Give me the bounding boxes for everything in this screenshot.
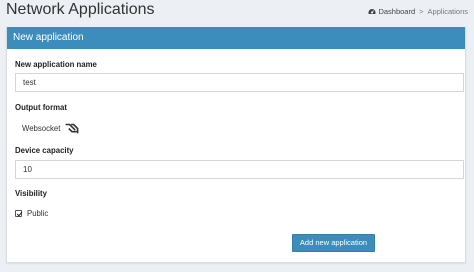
output-format-value: Websocket: [22, 124, 61, 133]
application-name-input[interactable]: test: [15, 73, 464, 92]
breadcrumb-current: Applications: [427, 7, 468, 16]
device-capacity-input[interactable]: 10: [15, 160, 464, 179]
add-application-button[interactable]: Add new application: [292, 234, 375, 252]
breadcrumb-separator: >: [419, 7, 424, 16]
visibility-public-option[interactable]: Public: [15, 209, 48, 218]
page-header: Network Applications Dashboard > Applica…: [0, 0, 474, 26]
output-format-option[interactable]: Websocket: [22, 122, 80, 135]
box-title: New application: [7, 27, 465, 49]
breadcrumb-dashboard-link[interactable]: Dashboard: [378, 7, 415, 16]
new-application-box: New application New application name tes…: [6, 27, 466, 263]
websocket-icon: [66, 123, 79, 134]
dashboard-icon: [368, 9, 376, 14]
page-title: Network Applications: [6, 1, 155, 18]
output-format-label: Output format: [15, 103, 67, 112]
public-checkbox[interactable]: [15, 210, 22, 217]
device-capacity-label: Device capacity: [15, 146, 74, 155]
name-label: New application name: [15, 60, 97, 69]
breadcrumb: Dashboard > Applications: [368, 7, 468, 16]
public-label: Public: [27, 209, 49, 218]
visibility-label: Visibility: [15, 189, 47, 198]
